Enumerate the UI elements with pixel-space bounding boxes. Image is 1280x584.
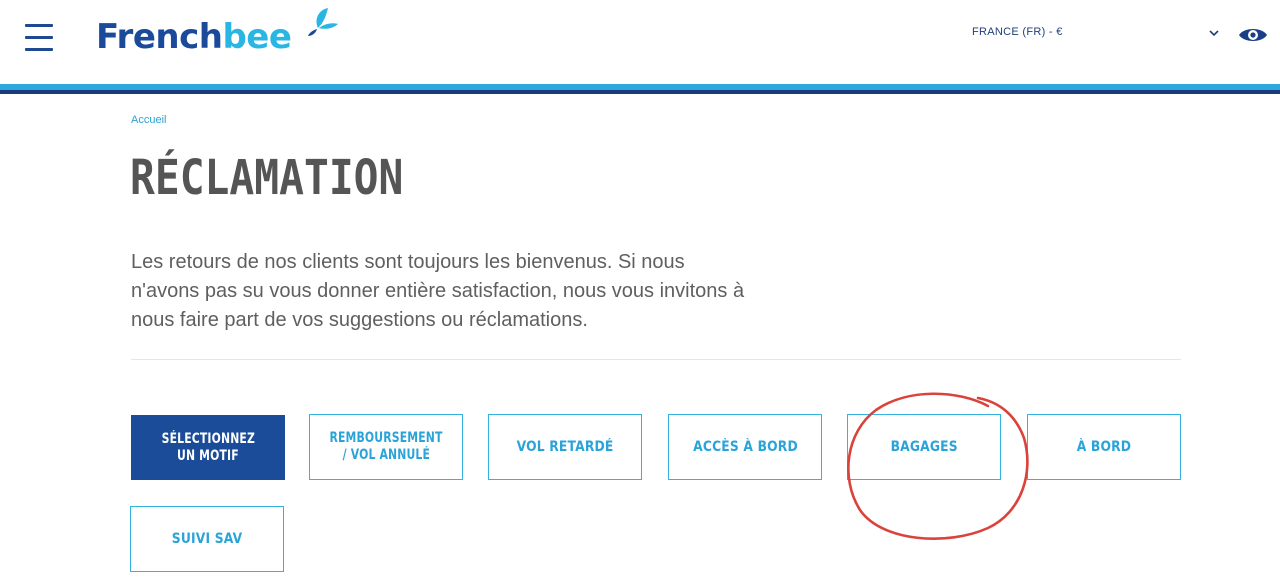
bagages-label: BAGAGES [890, 438, 958, 455]
bagages-button[interactable]: BAGAGES [847, 414, 1001, 480]
a-bord-button[interactable]: À BORD [1027, 414, 1181, 480]
remboursement-line2: / VOL ANNULÉ [342, 447, 430, 463]
remboursement-vol-annule-button[interactable]: REMBOURSEMENT / VOL ANNULÉ [309, 414, 463, 480]
vol-retarde-label: VOL RETARDÉ [516, 438, 614, 455]
chevron-down-icon[interactable] [1207, 26, 1221, 40]
suivi-sav-label: SUIVI SAV [171, 530, 243, 547]
section-divider [131, 359, 1181, 360]
vol-retarde-button[interactable]: VOL RETARDÉ [488, 414, 642, 480]
suivi-sav-button[interactable]: SUIVI SAV [130, 506, 284, 572]
page: Frenchbee FRANCE (FR) - € Accueil RÉCLAM… [0, 0, 1280, 584]
region-selector[interactable]: FRANCE (FR) - € [972, 26, 1063, 38]
intro-paragraph: Les retours de nos clients sont toujours… [131, 251, 745, 331]
logo-text-french: French [96, 17, 223, 57]
select-motif-line2: UN MOTIF [177, 447, 239, 464]
acces-a-bord-label: ACCÈS À BORD [692, 438, 798, 455]
site-header: Frenchbee FRANCE (FR) - € [0, 0, 1280, 84]
logo-text-bee: bee [222, 17, 292, 57]
breadcrumb-home-link[interactable]: Accueil [131, 114, 166, 126]
remboursement-line1: REMBOURSEMENT [329, 430, 443, 446]
butterfly-logo-icon [308, 8, 338, 36]
hamburger-menu-icon[interactable] [25, 24, 55, 52]
frenchbee-logo[interactable]: Frenchbee [96, 8, 338, 62]
acces-a-bord-button[interactable]: ACCÈS À BORD [668, 414, 822, 480]
eye-icon[interactable] [1238, 24, 1268, 46]
a-bord-label: À BORD [1076, 438, 1132, 455]
page-title: RÉCLAMATION [130, 150, 404, 206]
select-motif-line1: SÉLECTIONNEZ [161, 430, 255, 447]
header-stripe-dark [0, 90, 1280, 94]
select-motif-button[interactable]: SÉLECTIONNEZ UN MOTIF [131, 415, 285, 480]
